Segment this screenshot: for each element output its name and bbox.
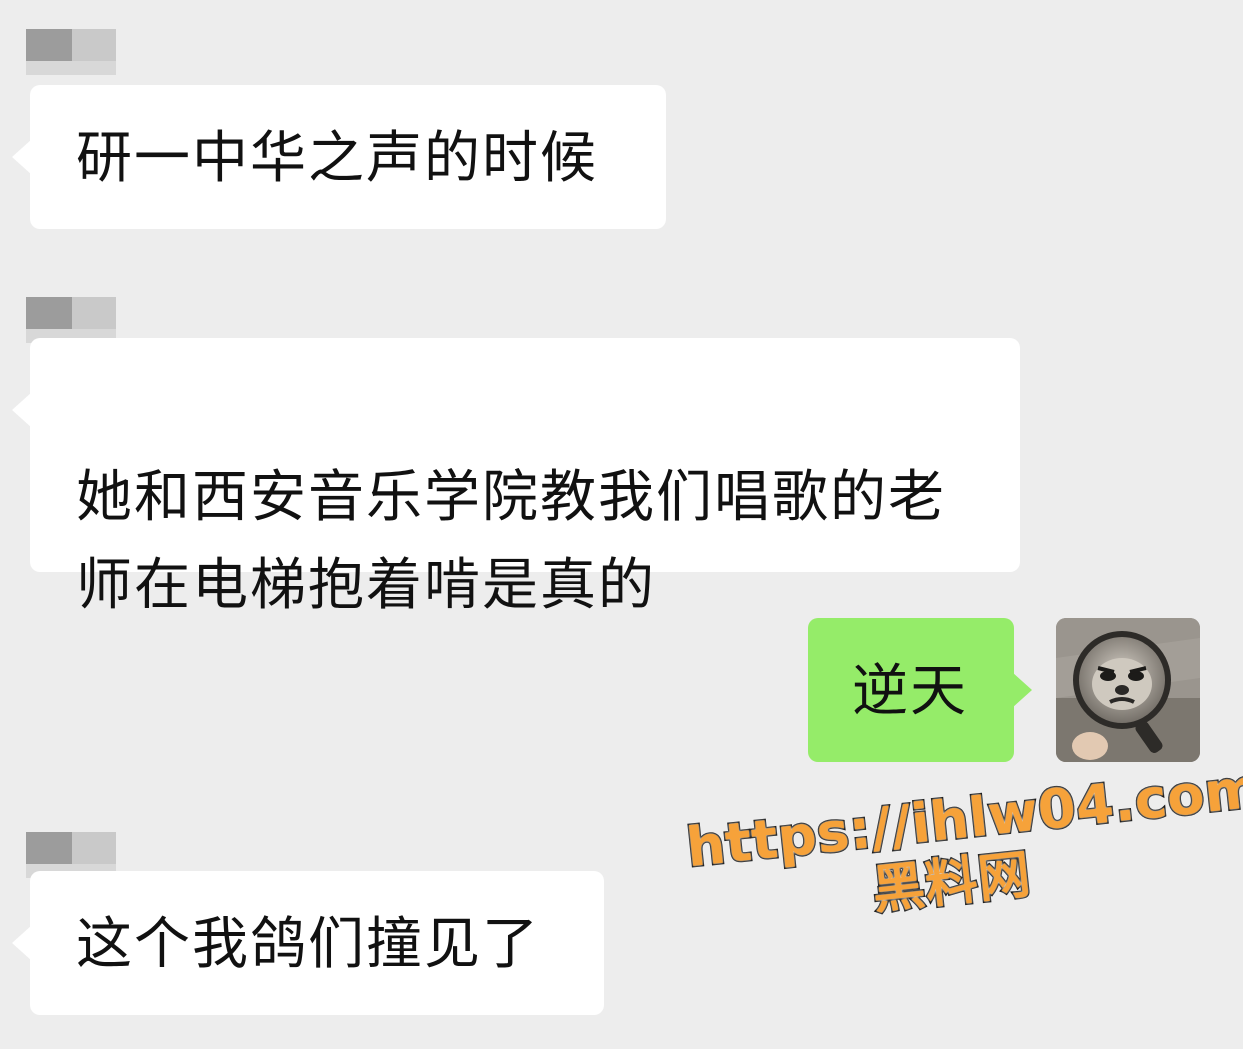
watermark: https://ihlw04.com 黑料网	[682, 755, 1243, 967]
message-bubble-incoming[interactable]: 这个我鸽们撞见了	[12, 871, 604, 1015]
sender-avatar-redacted[interactable]	[26, 297, 116, 343]
sender-avatar-redacted[interactable]	[26, 29, 116, 75]
message-bubble-outgoing[interactable]: 逆天	[808, 618, 1032, 762]
self-avatar[interactable]	[1056, 618, 1200, 762]
otter-magnifier-avatar-image	[1056, 618, 1200, 762]
message-bubble-incoming[interactable]: 研一中华之声的时候	[12, 85, 666, 229]
message-text: 逆天	[852, 659, 968, 724]
watermark-site-name: 黑料网	[868, 843, 1035, 922]
message-bubble-incoming[interactable]: 她和西安音乐学院教我们唱歌的老 师在电梯抱着啃是真的	[12, 338, 1020, 618]
watermark-url: https://ihlw04.com	[682, 755, 1243, 881]
message-text: 这个我鸽们撞见了	[76, 912, 540, 977]
message-text: 研一中华之声的时候	[76, 126, 598, 191]
message-text: 她和西安音乐学院教我们唱歌的老 师在电梯抱着啃是真的	[76, 465, 946, 618]
redaction-block	[26, 61, 116, 75]
